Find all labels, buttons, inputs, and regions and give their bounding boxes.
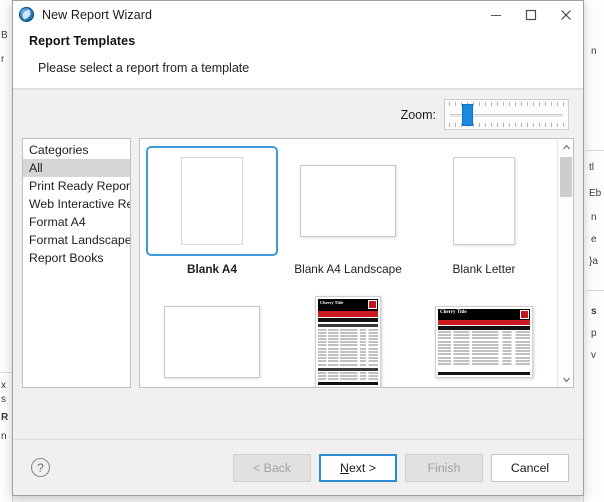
category-item-print-ready-reports[interactable]: Print Ready Reports (23, 177, 130, 195)
chevron-down-icon[interactable] (558, 371, 573, 387)
category-item-report-books[interactable]: Report Books (23, 249, 130, 267)
zoom-slider[interactable] (444, 99, 569, 130)
category-item-format-a4[interactable]: Format A4 (23, 213, 130, 231)
templates-scrollbar[interactable] (557, 139, 573, 387)
background-text-fragment: n (1, 431, 7, 442)
category-item-format-landscape[interactable]: Format Landscape (23, 231, 130, 249)
finish-button[interactable]: Finish (405, 453, 483, 482)
report-preview-footer (318, 382, 378, 385)
template-label: Blank A4 Landscape (294, 262, 402, 276)
report-preview-accent-bar (438, 320, 530, 325)
dialog-body: Zoom: Categories All Print Ready Reports… (13, 89, 583, 495)
template-item-report-portrait[interactable]: Cherry Title (280, 282, 416, 387)
background-text-fragment: s (591, 306, 597, 317)
new-report-wizard-dialog: New Report Wizard Report Templates Pleas… (12, 0, 584, 496)
report-preview-rows (438, 331, 530, 365)
templates-viewport: Blank A4 Blank A4 Landscape Blank Letter (140, 139, 556, 387)
background-text-fragment: n (591, 212, 597, 223)
back-button[interactable]: < Back (233, 453, 311, 482)
background-text-fragment: e (591, 234, 597, 245)
background-text-fragment: R (1, 412, 9, 423)
template-item-blank-a4-landscape[interactable]: Blank A4 Landscape (280, 143, 416, 282)
report-preview-title: Cherry Title (318, 299, 378, 311)
zoom-label: Zoom: (400, 107, 436, 122)
template-thumbnail: Cherry Title (418, 285, 550, 387)
report-preview-landscape-icon: Cherry Title (435, 306, 533, 378)
maximize-icon[interactable] (513, 1, 548, 28)
background-text-fragment: x (1, 380, 6, 391)
report-preview-column-header (318, 318, 378, 322)
background-text-fragment: n (591, 46, 597, 57)
cancel-button[interactable]: Cancel (491, 453, 569, 482)
category-item-web-interactive-reports[interactable]: Web Interactive Re... (23, 195, 130, 213)
template-thumbnail (146, 146, 278, 256)
template-label: Blank Letter (452, 262, 516, 276)
report-preview-portrait-icon: Cherry Title (315, 296, 381, 387)
template-thumbnail: Cherry Title (282, 285, 414, 387)
report-preview-title: Cherry Title (438, 309, 530, 320)
background-text-fragment: }a (589, 256, 598, 267)
close-icon[interactable] (548, 1, 583, 28)
page-subtitle: Please select a report from a template (38, 61, 250, 75)
chevron-up-icon[interactable] (558, 139, 573, 155)
report-preview-column-header (438, 326, 530, 330)
template-item-report-landscape[interactable]: Cherry Title (416, 282, 552, 387)
blank-landscape-page-icon (300, 165, 396, 237)
window-controls (478, 1, 583, 28)
template-label: Blank A4 (186, 262, 238, 276)
template-item-blank-letter[interactable]: Blank Letter (416, 143, 552, 282)
blank-portrait-page-icon (453, 157, 515, 245)
background-divider (586, 150, 604, 151)
template-thumbnail (282, 146, 414, 256)
template-item-blank-a4[interactable]: Blank A4 (144, 143, 280, 282)
report-preview-accent-bar (318, 311, 378, 317)
background-text-fragment: Eb (589, 188, 602, 199)
page-title: Report Templates (29, 34, 136, 48)
categories-heading: Categories (29, 143, 89, 157)
blank-portrait-page-icon (181, 157, 243, 245)
wizard-buttons: < Back Next > Finish Cancel (233, 453, 569, 482)
next-button[interactable]: Next > (319, 453, 397, 482)
background-text-fragment: v (591, 350, 596, 361)
category-item-all[interactable]: All (23, 159, 130, 177)
background-text-fragment: r (1, 54, 5, 65)
zoom-control: Zoom: (401, 99, 569, 130)
help-icon[interactable]: ? (29, 457, 51, 479)
dialog-titlebar[interactable]: New Report Wizard (13, 1, 583, 28)
categories-list[interactable]: Categories All Print Ready Reports Web I… (22, 138, 131, 388)
background-text-fragment: B (1, 30, 8, 41)
templates-grid: Blank A4 Blank A4 Landscape Blank Letter (140, 139, 556, 387)
scrollbar-thumb[interactable] (560, 157, 572, 197)
dialog-title: New Report Wizard (42, 7, 153, 22)
background-text-fragment: s (1, 394, 6, 405)
report-preview-footer (438, 372, 530, 375)
background-right-panel (583, 0, 604, 502)
minimize-icon[interactable] (478, 1, 513, 28)
background-text-fragment: p (591, 328, 597, 339)
background-text-fragment: tl (589, 162, 594, 173)
report-preview-rows (318, 324, 378, 384)
templates-panel: Blank A4 Blank A4 Landscape Blank Letter (139, 138, 574, 388)
wizard-header: Report Templates Please select a report … (13, 28, 583, 88)
blank-landscape-page-icon (164, 306, 260, 378)
zoom-slider-thumb[interactable] (462, 104, 473, 126)
template-thumbnail (418, 146, 550, 256)
dialog-footer: ? < Back Next > Finish Cancel (13, 440, 583, 495)
template-thumbnail (146, 285, 278, 387)
app-globe-icon (19, 6, 35, 23)
svg-text:?: ? (37, 461, 44, 475)
background-divider (586, 290, 604, 291)
background-divider (0, 372, 12, 373)
template-item-blank-landscape-2[interactable] (144, 282, 280, 387)
